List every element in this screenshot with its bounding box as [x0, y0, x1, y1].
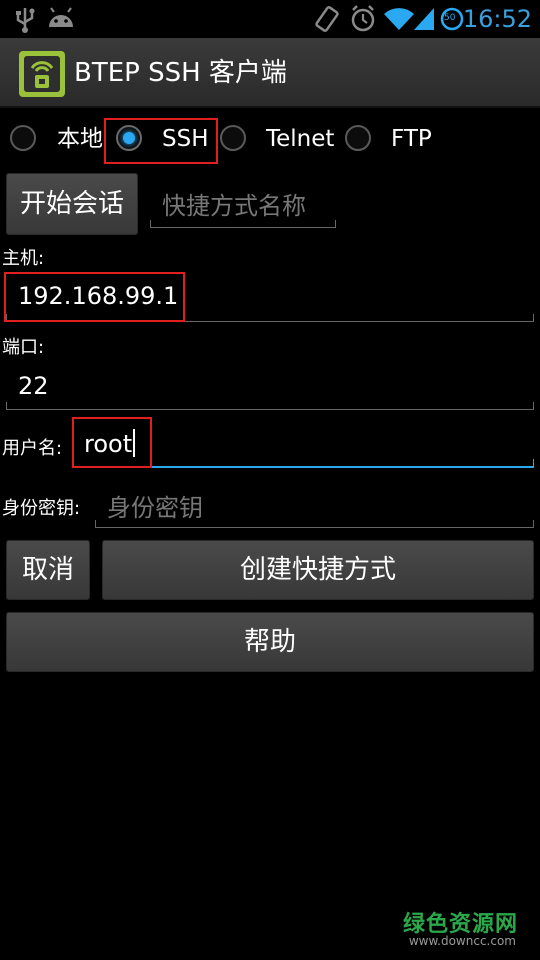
port-label: 端口: [2, 337, 45, 358]
start-session-button[interactable]: 开始会话 [6, 173, 138, 235]
radio-telnet[interactable] [220, 125, 246, 151]
radio-ssh[interactable] [116, 125, 142, 151]
radio-label-ftp[interactable]: FTP [391, 120, 432, 158]
app-title: BTEP SSH 客户端 [74, 58, 287, 88]
help-button[interactable]: 帮助 [6, 612, 534, 672]
port-input[interactable]: 22 [6, 360, 534, 410]
username-label: 用户名: [2, 438, 63, 459]
key-label: 身份密钥: [2, 498, 81, 519]
key-placeholder: 身份密钥 [107, 494, 203, 522]
key-input[interactable]: 身份密钥 [95, 478, 534, 528]
status-bar: 50 16:52 [0, 0, 540, 38]
host-label: 主机: [2, 248, 45, 269]
cancel-button[interactable]: 取消 [6, 540, 90, 600]
app-logo-icon [18, 50, 66, 98]
shortcut-name-input[interactable]: 快捷方式名称 [150, 180, 336, 228]
port-value: 22 [18, 372, 49, 400]
radio-local[interactable] [10, 125, 36, 151]
clock: 16:52 [462, 5, 532, 33]
host-highlight-box [4, 272, 185, 322]
shortcut-name-placeholder: 快捷方式名称 [162, 192, 306, 220]
radio-label-local[interactable]: 本地 [57, 120, 103, 158]
watermark-url: www.downcc.com [408, 934, 516, 948]
radio-label-ssh[interactable]: SSH [162, 120, 209, 158]
battery-level: 50 [444, 13, 456, 23]
radio-ftp[interactable] [345, 125, 371, 151]
create-shortcut-button[interactable]: 创建快捷方式 [102, 540, 534, 600]
username-highlight-box [72, 417, 152, 468]
title-bar: BTEP SSH 客户端 [0, 38, 540, 108]
radio-label-telnet[interactable]: Telnet [266, 120, 334, 158]
